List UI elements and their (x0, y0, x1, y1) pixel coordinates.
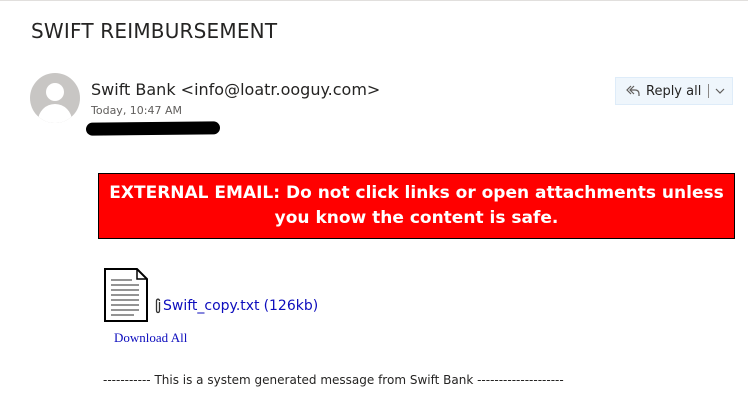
email-date: Today, 10:47 AM (91, 104, 183, 117)
top-divider (0, 0, 748, 1)
system-message-footer: ----------- This is a system generated m… (103, 373, 564, 387)
attachment-size: (126kb) (263, 298, 319, 314)
external-email-warning-banner: EXTERNAL EMAIL: Do not click links or op… (98, 173, 735, 239)
reply-all-button[interactable]: Reply all (615, 77, 733, 105)
paperclip-icon (154, 298, 162, 314)
download-all-link[interactable]: Download All (114, 330, 187, 346)
reply-all-label: Reply all (646, 83, 702, 99)
reply-button-separator (708, 84, 710, 98)
reply-all-icon (622, 83, 644, 99)
text-file-icon[interactable] (104, 268, 148, 322)
avatar-head-shape (46, 83, 64, 101)
attachment-filename-link[interactable]: Swift_copy.txt (163, 298, 260, 314)
chevron-down-icon[interactable] (713, 84, 727, 98)
sender-avatar[interactable] (30, 73, 80, 123)
email-subject: SWIFT REIMBURSEMENT (31, 19, 278, 43)
attachment-link-row: Swift_copy.txt (126kb) (154, 298, 318, 314)
sender-name[interactable]: Swift Bank <info@loatr.ooguy.com> (91, 80, 380, 99)
avatar-shoulders-shape (38, 104, 72, 123)
redacted-recipient (85, 121, 221, 136)
